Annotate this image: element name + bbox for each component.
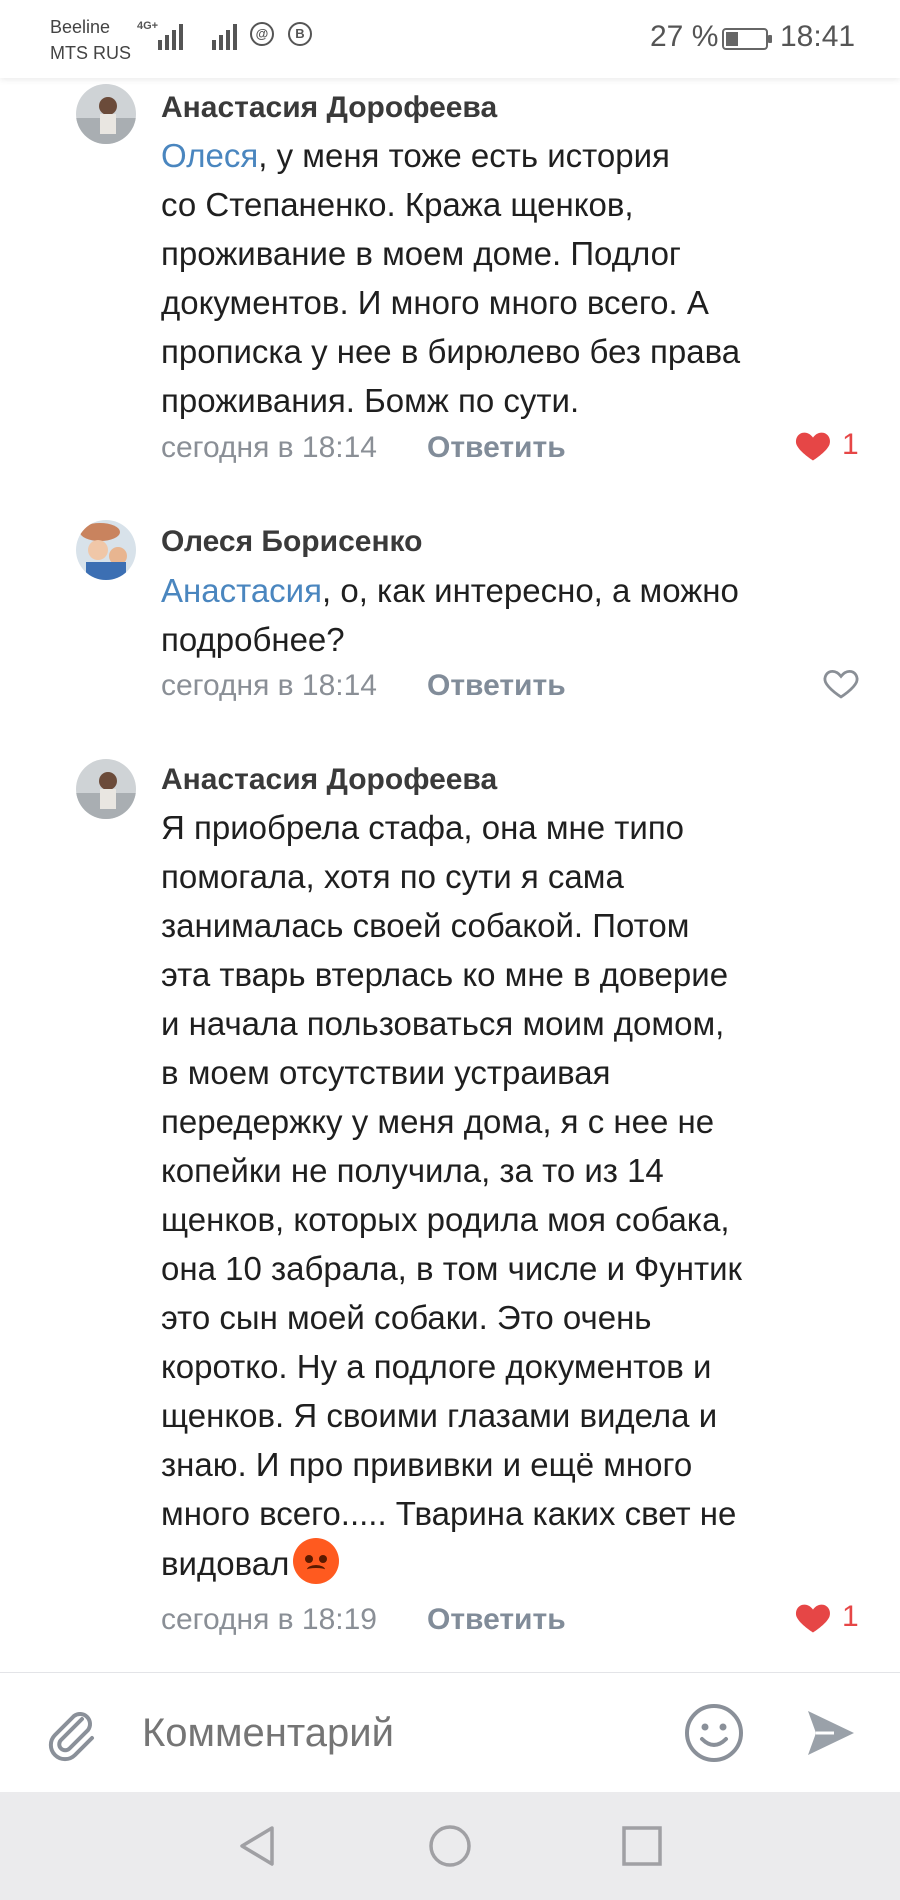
comment-line: проживания. Бомж по сути.: [161, 382, 580, 419]
network-type: 4G+: [137, 20, 159, 32]
angry-face-emoji-icon: [293, 1538, 340, 1584]
comment-line: видовал: [161, 1545, 290, 1582]
comment-line: знаю. И про прививки и ещё много: [161, 1446, 693, 1483]
comment-line: в моем отсутствии устраивая: [161, 1054, 611, 1091]
reply-button[interactable]: Ответить: [427, 430, 566, 466]
heart-filled-icon: [795, 432, 831, 461]
mention-link[interactable]: Олеся: [161, 137, 258, 174]
vk-notification-icon: B: [288, 22, 312, 46]
status-bar: Beeline MTS RUS 4G+ @ B 27 % 18:41: [0, 0, 900, 78]
comment-line: много всего..... Тварина каких свет не: [161, 1495, 737, 1532]
heart-filled-icon: [795, 1604, 831, 1633]
system-navigation-bar: [0, 1792, 900, 1900]
back-triangle-icon[interactable]: [236, 1824, 280, 1868]
comment-author[interactable]: Анастасия Дорофеева: [161, 90, 497, 126]
heart-outline-icon: [823, 670, 859, 699]
comment-composer: [0, 1672, 900, 1793]
comment-line: подробнее?: [161, 621, 345, 658]
comment-line: копейки не получила, за то из 14: [161, 1152, 664, 1189]
signal-icon-2: [212, 20, 237, 50]
comment-timestamp: сегодня в 18:14: [161, 431, 377, 464]
comment-timestamp: сегодня в 18:19: [161, 1603, 377, 1636]
comment-text: Я приобрела стафа, она мне типо помогала…: [161, 803, 861, 1588]
comment-line: коротко. Ну а подлоге документов и: [161, 1348, 712, 1385]
reply-button[interactable]: Ответить: [427, 1602, 566, 1638]
comment-line: , о, как интересно, а можно: [322, 572, 739, 609]
comment-line: Я приобрела стафа, она мне типо: [161, 809, 685, 846]
comment-line: щенков. Я своими глазами видела и: [161, 1397, 718, 1434]
like-button[interactable]: 1: [794, 1600, 859, 1634]
carrier-1: Beeline: [50, 17, 111, 37]
at-icon: @: [250, 22, 274, 46]
signal-icon: [158, 20, 183, 50]
comment-line: документов. И много много всего. А: [161, 284, 709, 321]
home-circle-icon[interactable]: [428, 1824, 472, 1868]
carrier-2: MTS RUS: [50, 43, 131, 63]
battery-percent: 27 %: [650, 20, 719, 53]
avatar[interactable]: [76, 520, 136, 580]
comment-line: помогала, хотя по сути я сама: [161, 858, 624, 895]
avatar[interactable]: [76, 759, 136, 819]
comment-timestamp: сегодня в 18:14: [161, 669, 377, 702]
comment-author[interactable]: Анастасия Дорофеева: [161, 762, 497, 798]
like-count: 1: [842, 428, 859, 461]
comment-line: щенков, которых родила моя собака,: [161, 1201, 730, 1238]
comment-line: , у меня тоже есть история: [258, 137, 670, 174]
send-icon[interactable]: [800, 1703, 860, 1763]
smile-icon[interactable]: [682, 1701, 746, 1765]
comment-line: проживание в моем доме. Подлог: [161, 235, 681, 272]
comment-text: Олеся, у меня тоже есть история со Степа…: [161, 131, 861, 425]
like-button[interactable]: 1: [794, 428, 859, 462]
paperclip-icon[interactable]: [42, 1703, 102, 1763]
comment-text: Анастасия, о, как интересно, а можно под…: [161, 566, 861, 664]
comment-line: эта тварь втерлась ко мне в доверие: [161, 956, 729, 993]
comment-line: со Степаненко. Кража щенков,: [161, 186, 634, 223]
recents-square-icon[interactable]: [620, 1824, 664, 1868]
like-button[interactable]: [822, 666, 860, 700]
comment-line: передержку у меня дома, я с нее не: [161, 1103, 715, 1140]
like-count: 1: [842, 1600, 859, 1633]
comment-input[interactable]: [142, 1707, 642, 1759]
avatar[interactable]: [76, 84, 136, 144]
comment-line: и начала пользоваться моим домом,: [161, 1005, 725, 1042]
clock: 18:41: [780, 20, 856, 53]
comment-line: занималась своей собакой. Потом: [161, 907, 690, 944]
comment-line: она 10 забрала, в том числе и Фунтик: [161, 1250, 742, 1287]
carrier-labels: Beeline MTS RUS: [50, 14, 131, 66]
comment-line: прописка у нее в бирюлево без права: [161, 333, 741, 370]
comment-line: это сын моей собаки. Это очень: [161, 1299, 652, 1336]
comment-author[interactable]: Олеся Борисенко: [161, 524, 423, 560]
battery-icon: [722, 28, 772, 50]
reply-button[interactable]: Ответить: [427, 668, 566, 704]
mention-link[interactable]: Анастасия: [161, 572, 322, 609]
